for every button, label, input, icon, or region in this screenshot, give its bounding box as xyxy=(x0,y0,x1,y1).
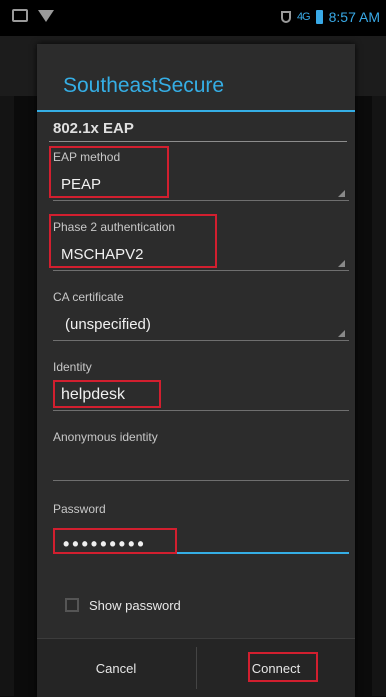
connect-highlight xyxy=(248,652,318,682)
identity-label: Identity xyxy=(53,360,92,374)
identity-underline xyxy=(53,410,349,411)
dialog-button-bar: Cancel Connect xyxy=(37,638,355,697)
phase2-underline xyxy=(53,270,349,271)
battery-icon xyxy=(315,10,323,24)
ca-certificate-underline xyxy=(53,340,349,341)
eap-method-dropdown-icon xyxy=(338,190,345,197)
status-left xyxy=(12,9,54,22)
show-password-checkbox[interactable] xyxy=(65,598,79,612)
ca-certificate-label: CA certificate xyxy=(53,290,124,304)
identity-highlight xyxy=(53,380,161,408)
anonymous-identity-underline xyxy=(53,480,349,481)
eap-method-underline xyxy=(53,200,349,201)
phase2-dropdown-icon xyxy=(338,260,345,267)
eap-method-highlight xyxy=(49,146,169,198)
phase2-highlight xyxy=(49,214,217,268)
title-divider xyxy=(37,110,355,112)
section-title: 802.1x EAP xyxy=(53,120,134,137)
shield-icon xyxy=(280,11,291,23)
wifi-icon xyxy=(38,9,54,22)
wifi-config-dialog: SoutheastSecure 802.1x EAP EAP method PE… xyxy=(37,44,355,697)
signal-icon: 4G xyxy=(296,11,311,23)
show-password-label[interactable]: Show password xyxy=(89,598,181,613)
dialog-title: SoutheastSecure xyxy=(63,74,225,97)
ca-certificate-dropdown-icon xyxy=(338,330,345,337)
cancel-button[interactable]: Cancel xyxy=(37,639,195,697)
gallery-notification-icon xyxy=(12,9,28,22)
password-label: Password xyxy=(53,502,106,516)
background-left-edge xyxy=(0,96,14,696)
section-divider xyxy=(49,141,347,142)
status-bar: 4G 8:57 AM xyxy=(0,0,386,36)
status-right: 4G 8:57 AM xyxy=(280,9,380,25)
anonymous-identity-label: Anonymous identity xyxy=(53,430,158,444)
password-highlight xyxy=(53,528,177,554)
clock: 8:57 AM xyxy=(328,9,380,25)
ca-certificate-spinner[interactable]: (unspecified) xyxy=(65,316,151,333)
background-right-edge xyxy=(372,96,386,696)
